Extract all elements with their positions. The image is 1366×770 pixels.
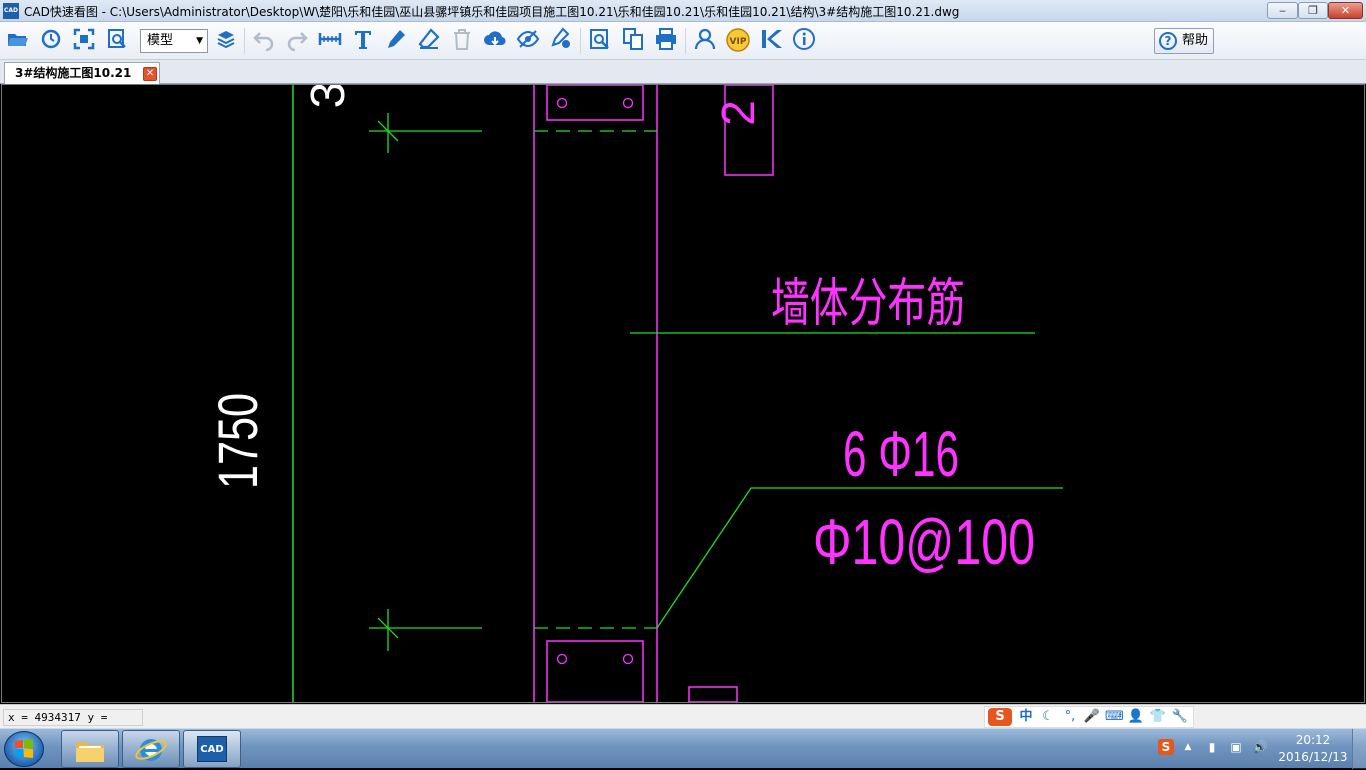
column-bottom xyxy=(546,640,644,702)
open-folder-icon[interactable] xyxy=(4,27,32,55)
dimension-text-1750: 1750 xyxy=(206,393,269,489)
window-title: CAD快速看图 - C:\Users\Administrator\Desktop… xyxy=(24,5,960,19)
ime-toolbar: S 中 ☾ °, 🎤 ⌨ 👤 👕 🔧 xyxy=(984,706,1194,728)
layers-icon[interactable] xyxy=(212,27,240,55)
dimension-tick-bottom xyxy=(369,609,482,651)
user-icon[interactable] xyxy=(691,27,719,55)
preview-icon[interactable] xyxy=(586,27,614,55)
document-tab-bar: 3#结构施工图10.21 ✕ xyxy=(0,60,1366,84)
label-main-rebar: 6 Φ16 xyxy=(843,418,959,490)
sogou-tray-icon[interactable]: S xyxy=(1158,739,1174,755)
info-icon[interactable] xyxy=(790,27,818,55)
ime-mode-toggle[interactable]: 中 xyxy=(1017,708,1035,726)
svg-text:VIP: VIP xyxy=(730,37,747,47)
show-desktop-button[interactable] xyxy=(1352,729,1366,769)
trash-icon[interactable] xyxy=(448,27,476,55)
layout-select[interactable]: 模型 ▼ xyxy=(140,29,208,53)
redo-icon[interactable] xyxy=(283,27,311,55)
chevron-down-icon: ▼ xyxy=(196,36,203,46)
help-icon: ? xyxy=(1159,32,1177,50)
print-icon[interactable] xyxy=(652,27,680,55)
dimension-tick-top xyxy=(369,113,482,153)
taskbar-file-explorer[interactable] xyxy=(61,730,119,768)
layout-select-value: 模型 xyxy=(147,33,174,48)
pen-tool-icon[interactable] xyxy=(382,27,410,55)
pier-bottom xyxy=(688,686,738,702)
eraser-icon[interactable] xyxy=(415,27,443,55)
microphone-icon[interactable]: 🎤 xyxy=(1083,708,1101,726)
status-bar: x = 4934317 y = -12321 S 中 ☾ °, 🎤 ⌨ 👤 👕 … xyxy=(0,704,1366,739)
volume-icon[interactable]: 🔊 xyxy=(1252,739,1268,755)
toolbar-divider xyxy=(685,28,686,54)
dimension-text-3: 3 xyxy=(302,85,355,108)
rebar-dot xyxy=(556,97,568,109)
cad-drawing: 1750 3 2 墙体分布筋 6 Φ16 Φ10@100 xyxy=(206,85,1063,702)
help-button-label: 帮助 xyxy=(1182,33,1209,48)
punctuation-icon[interactable]: °, xyxy=(1061,708,1079,726)
moon-icon[interactable]: ☾ xyxy=(1039,708,1057,726)
main-toolbar: 模型 ▼ VIP ? 帮助 xyxy=(0,22,1366,60)
cad-app-icon: CAD xyxy=(197,736,227,762)
export-icon[interactable] xyxy=(619,27,647,55)
undo-icon[interactable] xyxy=(250,27,278,55)
pier-top xyxy=(724,85,774,176)
skin-icon[interactable]: 👕 xyxy=(1149,708,1167,726)
history-icon[interactable] xyxy=(37,27,65,55)
rebar-dot xyxy=(556,653,568,665)
title-bar: CAD CAD快速看图 - C:\Users\Administrator\Des… xyxy=(0,0,1366,22)
tab-drawing-file-label: 3#结构施工图10.21 xyxy=(15,66,132,80)
windows-logo-icon xyxy=(15,739,33,758)
fit-view-icon[interactable] xyxy=(70,27,98,55)
toolbar-divider xyxy=(580,28,581,54)
measure-icon[interactable] xyxy=(316,27,344,55)
tray-expand-icon[interactable]: ▲ xyxy=(1180,739,1196,755)
label-wall-distribution-rebar: 墙体分布筋 xyxy=(771,274,965,334)
k-logo-icon[interactable] xyxy=(757,27,785,55)
close-tab-icon[interactable]: ✕ xyxy=(143,67,157,81)
user-profile-icon[interactable]: 👤 xyxy=(1127,708,1145,726)
settings-pen-icon[interactable] xyxy=(547,27,575,55)
tab-drawing-file[interactable]: 3#结构施工图10.21 ✕ xyxy=(4,62,160,84)
folder-icon xyxy=(76,742,104,762)
minimize-button[interactable]: ‒ xyxy=(1267,2,1298,19)
clock-date[interactable]: 2016/12/13 xyxy=(1276,750,1350,764)
taskbar-cad-viewer[interactable]: CAD xyxy=(183,730,241,768)
close-button[interactable]: ✕ xyxy=(1328,2,1363,19)
windows-taskbar: CAD S ▲ ▮ ▣ 🔊 20:12 2016/12/13 xyxy=(0,728,1366,769)
usb-device-icon[interactable]: ▮ xyxy=(1204,739,1220,755)
text-tool-icon[interactable] xyxy=(349,27,377,55)
cloud-download-icon[interactable] xyxy=(481,27,509,55)
taskbar-internet-explorer[interactable] xyxy=(122,730,180,768)
network-icon[interactable]: ▣ xyxy=(1228,739,1244,755)
help-button[interactable]: ? 帮助 xyxy=(1154,28,1214,54)
zoom-window-icon[interactable] xyxy=(103,27,131,55)
vip-icon[interactable]: VIP xyxy=(724,27,752,55)
keyboard-icon[interactable]: ⌨ xyxy=(1105,708,1124,726)
clock-time[interactable]: 20:12 xyxy=(1280,733,1346,747)
toolbar-divider xyxy=(244,28,245,54)
label-stirrup: Φ10@100 xyxy=(813,506,1035,578)
start-button[interactable] xyxy=(4,731,44,767)
sogou-logo-icon[interactable]: S xyxy=(988,708,1012,726)
rebar-dot xyxy=(622,653,634,665)
rebar-dot xyxy=(622,97,634,109)
settings-tool-icon[interactable]: 🔧 xyxy=(1171,708,1189,726)
hide-icon[interactable] xyxy=(514,27,542,55)
coordinate-readout: x = 4934317 y = -12321 xyxy=(3,709,143,739)
column-top xyxy=(546,85,644,121)
maximize-button[interactable]: ❐ xyxy=(1298,2,1328,19)
app-icon: CAD xyxy=(3,3,19,19)
drawing-canvas[interactable]: 1750 3 2 墙体分布筋 6 Φ16 Φ10@100 xyxy=(1,84,1365,703)
label-2: 2 xyxy=(712,100,764,126)
ie-icon xyxy=(135,739,167,761)
